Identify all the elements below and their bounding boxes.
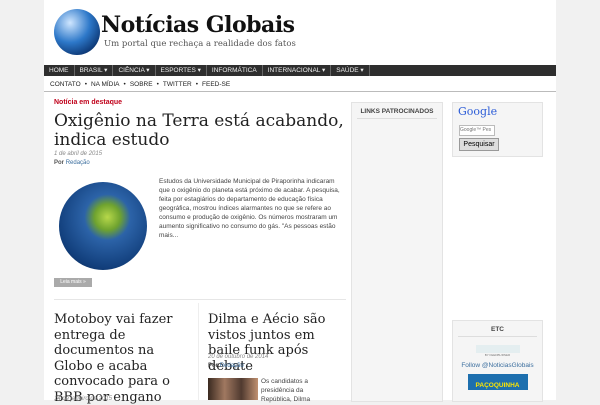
widget-title: LINKS PATROCINADOS bbox=[357, 103, 437, 119]
separator: • bbox=[156, 81, 159, 88]
site-name[interactable]: Notícias Globais bbox=[101, 12, 295, 38]
featured-title[interactable]: Oxigênio na Terra está acabando, indica … bbox=[54, 112, 354, 150]
twitter-follow-link[interactable]: Follow @NoticiasGlobais bbox=[453, 362, 542, 369]
etc-widget: ETC BY FEEDBURNER Follow @NoticiasGlobai… bbox=[452, 320, 543, 402]
page-background bbox=[557, 0, 600, 400]
separator: • bbox=[195, 81, 199, 88]
nav-twitter[interactable]: TWITTER bbox=[163, 79, 192, 90]
separator: • bbox=[84, 81, 87, 88]
post-byline: Por Redação bbox=[208, 363, 244, 369]
nav-ciencia[interactable]: CIÊNCIA ▾ bbox=[113, 65, 156, 76]
nav-sobre[interactable]: SOBRE bbox=[130, 79, 153, 90]
feedburner-label: BY FEEDBURNER bbox=[484, 353, 511, 357]
nav-contato[interactable]: CONTATO bbox=[50, 79, 81, 90]
nav-saude[interactable]: SAÚDE ▾ bbox=[331, 65, 370, 76]
featured-image[interactable] bbox=[59, 182, 147, 270]
secondary-nav: CONTATO • NA MÍDIA • SOBRE • TWITTER • FEED-… bbox=[50, 79, 230, 90]
post-thumbnail[interactable] bbox=[208, 378, 258, 400]
google-logo: Google bbox=[458, 105, 498, 118]
separator: • bbox=[123, 81, 126, 88]
nav-home[interactable]: HOME bbox=[44, 65, 75, 76]
by-label: Por bbox=[208, 363, 219, 369]
read-more-button[interactable]: Leia mais » bbox=[54, 278, 92, 287]
sponsored-links-widget: LINKS PATROCINADOS bbox=[351, 102, 443, 402]
featured-date: 1 de abril de 2015 bbox=[54, 151, 103, 157]
search-input[interactable] bbox=[459, 124, 495, 136]
divider bbox=[198, 303, 199, 400]
post-date: 14 de janeiro de 2015 bbox=[54, 396, 113, 402]
author-link[interactable]: Redação bbox=[66, 160, 90, 166]
nav-brasil[interactable]: BRASIL ▾ bbox=[75, 65, 114, 76]
nav-feed[interactable]: FEED-SE bbox=[202, 79, 230, 90]
site-tagline: Um portal que rechaça a realidade dos fa… bbox=[104, 39, 296, 49]
nav-internacional[interactable]: INTERNACIONAL ▾ bbox=[263, 65, 332, 76]
post-title[interactable]: Motoboy vai fazer entrega de documentos … bbox=[54, 312, 194, 405]
author-link[interactable]: Redação bbox=[220, 363, 244, 369]
post-date: 20 de outubro de 2014 bbox=[208, 354, 269, 360]
featured-byline: Por Redação bbox=[54, 160, 90, 166]
nav-informatica[interactable]: INFORMÁTICA bbox=[207, 65, 263, 76]
globe-logo-icon[interactable] bbox=[54, 9, 100, 55]
search-button[interactable]: Pesquisar bbox=[459, 138, 499, 151]
featured-label: Notícia em destaque bbox=[54, 99, 123, 106]
divider bbox=[44, 91, 556, 92]
divider bbox=[54, 299, 346, 300]
featured-excerpt: Estudos da Universidade Municipal de Pir… bbox=[159, 178, 340, 239]
google-search-widget: Google Pesquisar bbox=[452, 102, 543, 157]
feedburner-counter[interactable] bbox=[475, 345, 520, 353]
page: Notícias Globais Um portal que rechaça a… bbox=[44, 0, 556, 405]
by-label: Por bbox=[54, 160, 65, 166]
nav-esportes[interactable]: ESPORTES ▾ bbox=[156, 65, 207, 76]
pacoquinha-banner[interactable]: PAÇOQUINHA bbox=[467, 374, 528, 390]
widget-title: ETC bbox=[458, 321, 537, 337]
nav-na-midia[interactable]: NA MÍDIA bbox=[91, 79, 120, 90]
main-nav: HOME BRASIL ▾ CIÊNCIA ▾ ESPORTES ▾ INFOR… bbox=[44, 65, 556, 76]
